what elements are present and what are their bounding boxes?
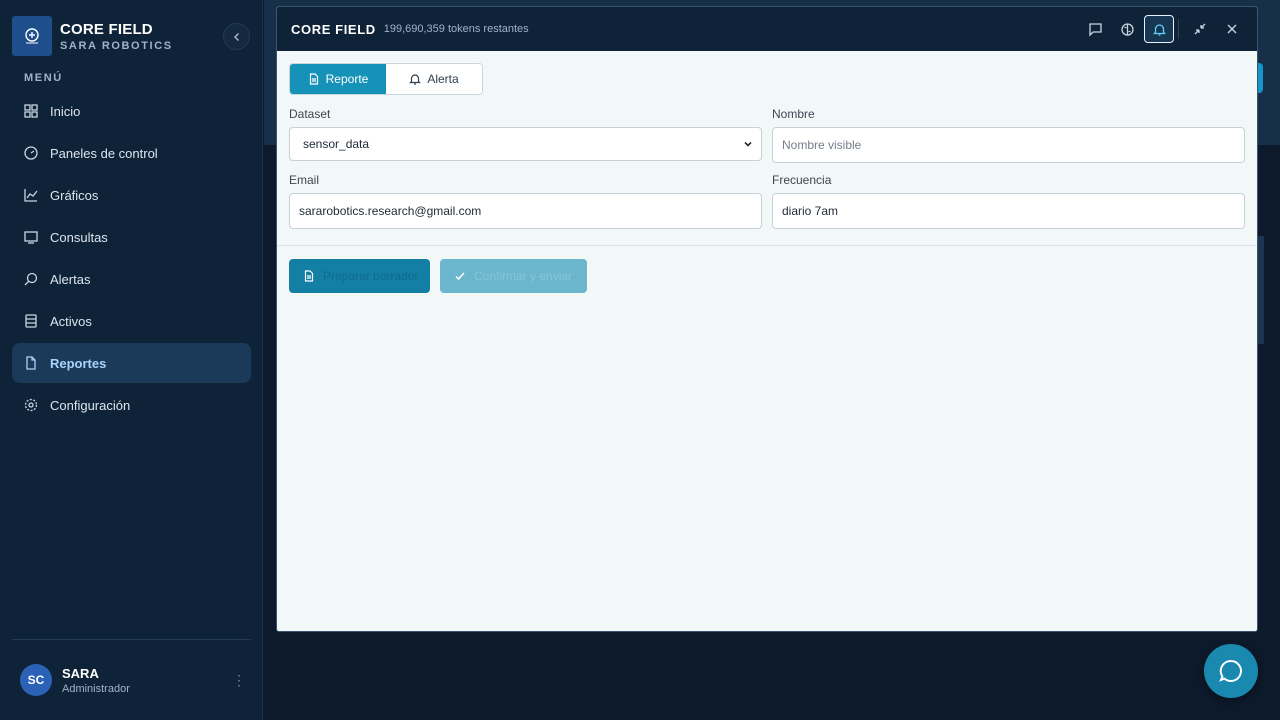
chat-button[interactable] (1080, 15, 1110, 43)
frecuencia-label: Frecuencia (772, 173, 832, 187)
modal-header: CORE FIELD 199,690,359 tokens restantes (277, 7, 1257, 51)
sidebar-item-inicio[interactable]: Inicio (12, 91, 251, 131)
database-icon (25, 314, 37, 328)
tab-alerta[interactable]: Alerta (386, 64, 482, 94)
sidebar-item-label: Consultas (50, 229, 108, 245)
gear-icon (24, 398, 38, 412)
sidebar-item-alertas[interactable]: Alertas (12, 259, 251, 299)
header-separator (1178, 19, 1179, 39)
user-role: Administrador (62, 682, 130, 695)
modal-title: CORE FIELD (291, 21, 376, 37)
sidebar-nav: Inicio Paneles de control Gráficos Consu… (12, 91, 251, 427)
nombre-input[interactable]: Nombre visible (772, 127, 1245, 163)
brain-icon (1120, 22, 1134, 36)
tokens-remaining: 199,690,359 tokens restantes (383, 23, 529, 35)
sidebar-item-consultas[interactable]: Consultas (12, 217, 251, 257)
minimize-button[interactable] (1185, 15, 1215, 43)
frecuencia-input[interactable]: diario 7am (772, 193, 1245, 229)
close-icon (1227, 24, 1237, 34)
confirm-send-button[interactable]: Confirmar y enviar (440, 259, 587, 293)
tab-label: Reporte (325, 72, 369, 86)
email-label: Email (289, 173, 320, 187)
sidebar-item-paneles[interactable]: Paneles de control (12, 133, 251, 173)
file-text-icon (304, 270, 314, 282)
chevron-down-icon (744, 141, 752, 147)
check-icon (455, 272, 465, 281)
sidebar-item-reportes[interactable]: Reportes (12, 343, 251, 383)
sidebar: CORE FIELD SARA ROBOTICS MENÚ Inicio Pan… (0, 0, 263, 720)
file-text-icon (309, 73, 318, 85)
sidebar-item-label: Configuración (50, 397, 131, 413)
more-vertical-icon[interactable]: ⋮ (232, 672, 246, 689)
frecuencia-value: diario 7am (782, 204, 839, 218)
bell-icon (409, 74, 422, 85)
close-button[interactable] (1217, 15, 1247, 43)
brand-subtitle: SARA ROBOTICS (60, 39, 173, 52)
button-label: Confirmar y enviar (474, 269, 573, 283)
sidebar-item-label: Activos (50, 313, 92, 329)
avatar: SC (20, 664, 52, 696)
brand: CORE FIELD SARA ROBOTICS (12, 16, 173, 56)
dataset-select[interactable]: sensor_data (289, 127, 762, 161)
chat-fab-button[interactable] (1204, 644, 1258, 698)
sidebar-item-label: Gráficos (50, 187, 99, 203)
chevron-left-icon (233, 32, 239, 41)
sql-icon (24, 231, 38, 244)
nombre-placeholder: Nombre visible (782, 138, 862, 152)
sidebar-item-label: Paneles de control (50, 145, 158, 161)
dataset-selected-value: sensor_data (303, 137, 370, 151)
brain-button[interactable] (1112, 15, 1142, 43)
sidebar-divider (12, 639, 251, 640)
menu-label: MENÚ (24, 72, 63, 84)
email-value: sararobotics.research@gmail.com (299, 204, 482, 218)
chart-line-icon (24, 189, 38, 202)
file-icon (26, 356, 36, 370)
prepare-draft-button[interactable]: Preparar borrador (289, 259, 430, 293)
brand-title: CORE FIELD (60, 20, 153, 38)
minimize-icon (1194, 23, 1206, 35)
nombre-label: Nombre (772, 107, 815, 121)
message-square-icon (1088, 22, 1102, 37)
email-field[interactable]: sararobotics.research@gmail.com (289, 193, 762, 229)
form-divider (277, 245, 1257, 246)
report-modal: CORE FIELD 199,690,359 tokens restantes (276, 6, 1258, 632)
mode-tabs: Reporte Alerta (289, 63, 483, 95)
search-alert-icon (24, 272, 38, 286)
grid-icon (24, 104, 38, 118)
sidebar-item-label: Alertas (50, 271, 91, 287)
sidebar-item-configuracion[interactable]: Configuración (12, 385, 251, 425)
logo (12, 16, 52, 56)
button-label: Preparar borrador (323, 269, 419, 283)
sidebar-item-label: Reportes (50, 355, 107, 371)
alerts-button[interactable] (1144, 15, 1174, 43)
tab-reporte[interactable]: Reporte (290, 64, 386, 94)
sidebar-item-graficos[interactable]: Gráficos (12, 175, 251, 215)
bell-icon (1152, 23, 1166, 36)
sidebar-item-activos[interactable]: Activos (12, 301, 251, 341)
message-circle-icon (1219, 659, 1242, 682)
tab-label: Alerta (427, 72, 459, 86)
user-profile[interactable]: SC SARA Administrador (20, 664, 130, 696)
dataset-label: Dataset (289, 107, 331, 121)
collapse-sidebar-button[interactable] (223, 23, 250, 50)
gauge-icon (24, 146, 38, 160)
user-name: SARA (62, 665, 99, 681)
sidebar-item-label: Inicio (50, 103, 81, 119)
